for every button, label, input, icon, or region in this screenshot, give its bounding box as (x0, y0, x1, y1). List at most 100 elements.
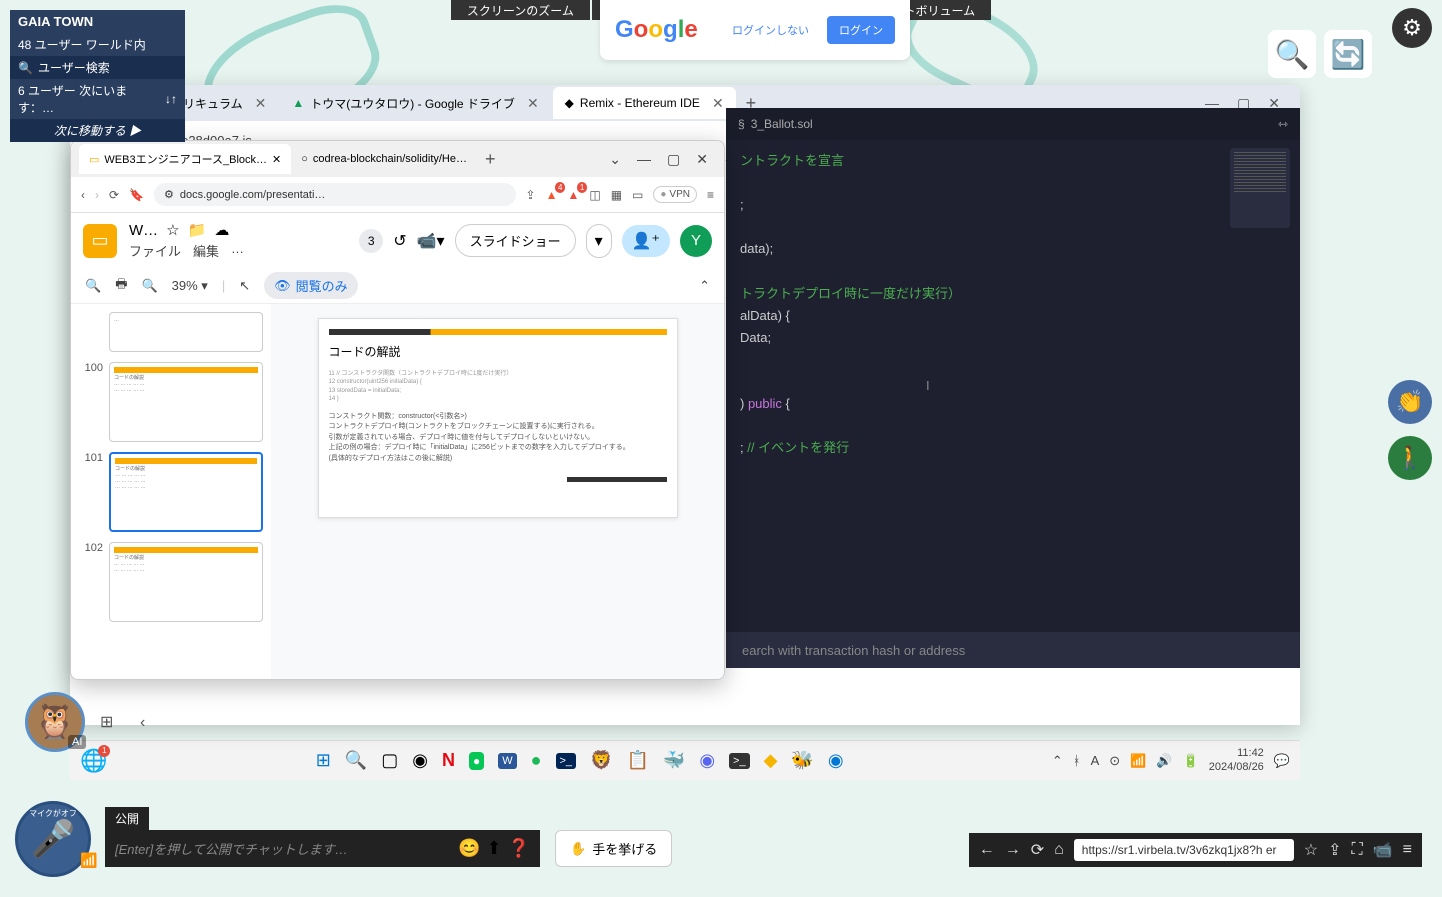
thumbnail-row[interactable]: 101 コードの解説… … … … …… … … … …… … … … … (79, 452, 263, 532)
forward-icon[interactable]: › (95, 188, 99, 202)
search-icon[interactable]: 🔍 (345, 750, 367, 771)
menu-icon[interactable]: ≡ (707, 188, 714, 202)
notes-icon[interactable]: 📋 (626, 750, 648, 771)
extension-icon[interactable]: ▦ (611, 188, 622, 202)
grid-view-icon[interactable]: ⊞ (100, 712, 113, 732)
extension-icon[interactable]: ◫ (589, 188, 600, 202)
dropdown-icon[interactable]: ⌄ (609, 151, 621, 168)
battery-icon[interactable]: 🔋 (1183, 753, 1199, 769)
star-icon[interactable]: ☆ (1304, 840, 1318, 860)
walk-icon[interactable]: 🚶 (1388, 436, 1432, 480)
close-icon[interactable]: ✕ (696, 151, 708, 168)
help-icon[interactable]: ❓ (508, 838, 530, 859)
edge-tab-drive[interactable]: ▲ トウマ(ユウタロウ) - Google ドライブ ✕ (280, 87, 550, 119)
menu-icon[interactable]: ≡ (1403, 841, 1412, 859)
discord-icon[interactable]: ◉ (699, 750, 715, 771)
brave-icon[interactable]: 🦁 (590, 750, 612, 771)
bookmark-icon[interactable]: 🔖 (129, 188, 144, 202)
emoji-icon[interactable]: 😊 (458, 838, 480, 859)
version-badge[interactable]: 3 (359, 229, 383, 253)
brave-shield-icon[interactable]: ▲ (546, 188, 558, 202)
upload-icon[interactable]: ⬆ (486, 838, 501, 859)
docker-icon[interactable]: 🐳 (663, 750, 685, 771)
share-icon[interactable]: ⇪ (526, 188, 536, 202)
notification-icon[interactable]: 💬 (1274, 753, 1290, 769)
spotify-icon[interactable]: ● (531, 750, 542, 771)
zoom-icon[interactable]: 🔍 (141, 278, 157, 294)
upload-icon[interactable]: ⇪ (1328, 840, 1341, 860)
wallet-icon[interactable]: ▭ (632, 188, 643, 202)
history-icon[interactable]: ↺ (393, 231, 406, 251)
chrome-tab-github[interactable]: ○ codrea-blockchain/solidity/He… (291, 144, 477, 174)
maximize-icon[interactable]: ▢ (667, 151, 680, 168)
close-icon[interactable]: ✕ (527, 95, 539, 112)
share-button[interactable]: 👤⁺ (622, 225, 670, 257)
bluetooth-icon[interactable]: ᚼ (1073, 753, 1081, 768)
slideshow-button[interactable]: スライドショー (455, 224, 576, 257)
camera-icon[interactable]: 📹 (1373, 840, 1393, 860)
slide-thumbnail[interactable]: コードの解説… … … … …… … … … … (109, 542, 263, 622)
taskview-icon[interactable]: ▢ (381, 750, 398, 771)
sort-icon[interactable]: ↓↑ (165, 92, 177, 106)
line-icon[interactable]: ● (469, 752, 484, 770)
menu-screen-zoom[interactable]: スクリーンのズーム (451, 0, 590, 20)
powershell-icon[interactable]: >_ (556, 753, 577, 769)
view-mode-pill[interactable]: 👁 閲覧のみ (264, 272, 358, 299)
close-icon[interactable]: ✕ (272, 153, 281, 166)
taskbar-clock[interactable]: 11:42 2024/08/26 (1209, 747, 1264, 773)
app-icon[interactable]: ◆ (764, 750, 778, 771)
print-icon[interactable]: 🖶 (115, 275, 127, 297)
zoom-in-icon[interactable]: 🔍 (1268, 30, 1316, 78)
back-icon[interactable]: ← (979, 841, 995, 859)
no-login-button[interactable]: ログインしない (722, 16, 819, 44)
gaia-users-near[interactable]: 6 ユーザー 次にいます：… ↓↑ (10, 79, 185, 119)
thumbnail-row[interactable]: 102 コードの解説… … … … …… … … … … (79, 542, 263, 622)
close-icon[interactable]: ✕ (712, 95, 724, 112)
chat-input[interactable]: [Enter]を押して公開でチャットします… (115, 839, 450, 858)
chevron-left-icon[interactable]: ‹ (140, 714, 145, 732)
chrome-tab-slides[interactable]: ▭ WEB3エンジニアコース_Block… ✕ (79, 144, 291, 174)
app-icon[interactable]: 🐝 (791, 750, 813, 771)
copilot-icon[interactable]: ◉ (412, 750, 428, 771)
clap-icon[interactable]: 👏 (1388, 380, 1432, 424)
terminal-icon[interactable]: >_ (729, 753, 750, 769)
split-icon[interactable]: ⇿ (1278, 117, 1288, 131)
wifi-icon[interactable]: 📶 (1130, 753, 1146, 769)
gaia-move-next[interactable]: 次に移動する ▶ (10, 119, 185, 142)
tray-expand-icon[interactable]: ⌃ (1052, 753, 1063, 769)
thumbnail-panel[interactable]: … 100 コードの解説… … … … …… … … … … 101 コードの解… (71, 304, 271, 680)
close-icon[interactable]: ✕ (255, 95, 267, 112)
ime-icon[interactable]: ⊙ (1109, 753, 1120, 769)
refresh-icon[interactable]: 🔄 (1324, 30, 1372, 78)
menu-edit[interactable]: 編集 (193, 241, 219, 260)
extension-icon[interactable]: ▲ (567, 188, 579, 202)
settings-gear-icon[interactable]: ⚙ (1392, 8, 1432, 48)
back-icon[interactable]: ‹ (81, 188, 85, 202)
camera-icon[interactable]: 📹▾ (417, 231, 445, 251)
minimize-icon[interactable]: — (637, 151, 651, 168)
language-icon[interactable]: A (1091, 753, 1100, 768)
edge-tab-remix[interactable]: ◆ Remix - Ethereum IDE ✕ (553, 87, 736, 119)
reload-icon[interactable]: ⟳ (1031, 840, 1044, 860)
virbela-url-field[interactable]: https://sr1.virbela.tv/3v6zkq1jx8?h er (1074, 839, 1294, 861)
star-icon[interactable]: ☆ (166, 221, 179, 239)
menu-more[interactable]: … (231, 241, 244, 260)
expand-icon[interactable]: ⛶ (1352, 841, 1363, 859)
volume-icon[interactable]: 🔊 (1156, 753, 1172, 769)
menu-file[interactable]: ファイル (129, 241, 181, 260)
move-icon[interactable]: 📁 (188, 221, 207, 239)
pointer-icon[interactable]: ↖ (239, 278, 250, 294)
cloud-icon[interactable]: ☁ (214, 221, 229, 239)
slideshow-dropdown-icon[interactable]: ▾ (586, 224, 612, 258)
reload-icon[interactable]: ⟳ (109, 188, 119, 202)
code-area[interactable]: ントラクトを宣言 ; data); トラクトデプロイ時に一度だけ実行） alDa… (726, 140, 1300, 469)
remix-file-tab[interactable]: § 3_Ballot.sol ⇿ (726, 108, 1300, 140)
slide-thumbnail[interactable]: … (109, 312, 263, 352)
search-icon[interactable]: 🔍 (85, 278, 101, 294)
slide-thumbnail[interactable]: コードの解説… … … … …… … … … … (109, 362, 263, 442)
word-icon[interactable]: W (498, 753, 516, 769)
gaia-search[interactable]: 🔍 ユーザー検索 (10, 56, 185, 79)
thumbnail-row[interactable]: 100 コードの解説… … … … …… … … … … (79, 362, 263, 442)
user-avatar[interactable]: Y (680, 225, 712, 257)
thumbnail-row[interactable]: … (79, 312, 263, 352)
